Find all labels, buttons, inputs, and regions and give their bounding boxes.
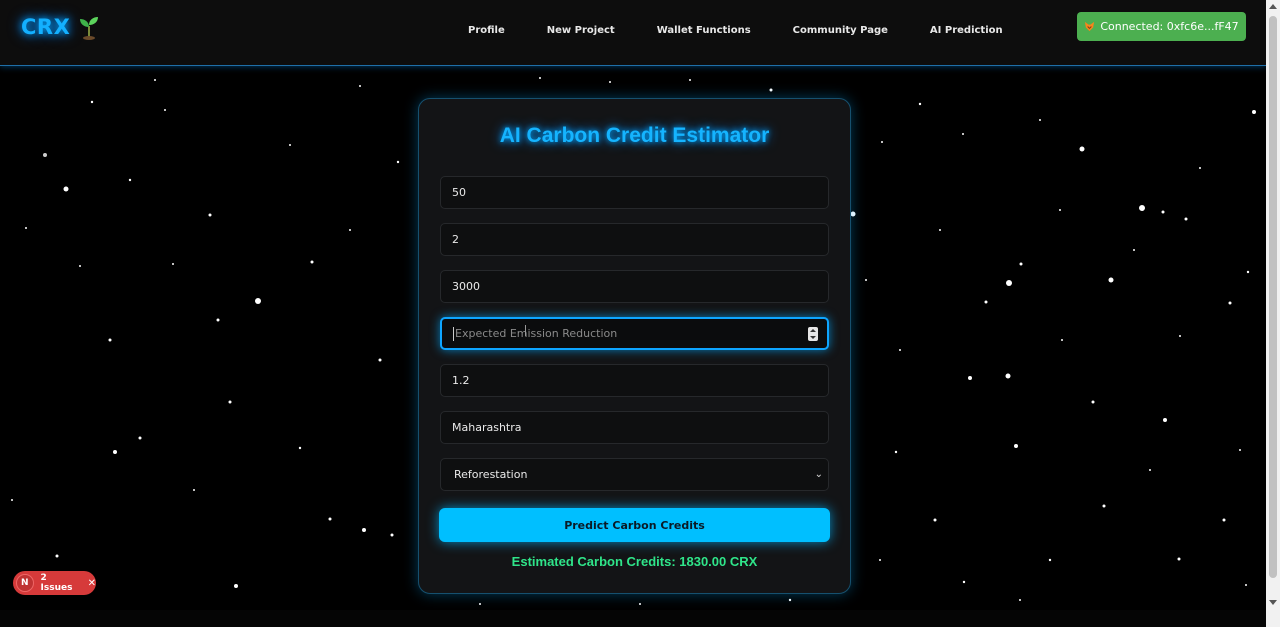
page-title: AI Carbon Credit Estimator [499, 124, 770, 147]
issues-badge[interactable]: N 2 Issues ✕ [13, 571, 96, 595]
nextjs-icon: N [16, 574, 34, 592]
text-cursor-icon [525, 325, 529, 336]
nav-link-ai-prediction[interactable]: AI Prediction [930, 25, 1003, 36]
result-text: Estimated Carbon Credits: 1830.00 CRX [511, 554, 758, 569]
emission-reduction-input[interactable]: Expected Emission Reduction [440, 317, 829, 350]
fox-icon [1085, 21, 1095, 32]
nav-link-community-page[interactable]: Community Page [793, 25, 888, 36]
vertical-scrollbar[interactable] [1266, 0, 1280, 627]
input-field-5-value: 1.2 [452, 374, 470, 387]
nav-link-profile[interactable]: Profile [468, 25, 505, 36]
project-type-selected: Reforestation [454, 468, 528, 481]
issues-label: 2 Issues [40, 573, 73, 593]
logo-text: CRX [21, 15, 71, 39]
location-input[interactable]: Maharashtra [440, 411, 829, 444]
top-navbar: CRX Profile New Project Wallet Functions… [0, 0, 1266, 66]
number-spinner[interactable] [808, 327, 818, 341]
input-field-1-value: 50 [452, 186, 466, 199]
nav-link-wallet-functions[interactable]: Wallet Functions [657, 25, 751, 36]
wallet-connected-button[interactable]: Connected: 0xfc6e...fF47 [1077, 12, 1246, 41]
input-field-3-value: 3000 [452, 280, 480, 293]
chevron-down-icon: ⌄ [814, 469, 823, 480]
input-field-1[interactable]: 50 [440, 176, 829, 209]
estimator-card: AI Carbon Credit Estimator 50 2 3000 Exp… [418, 98, 851, 594]
emission-reduction-placeholder: Expected Emission Reduction [455, 327, 618, 340]
scroll-up-icon[interactable] [1269, 4, 1277, 9]
sprout-icon [80, 17, 99, 40]
input-field-3[interactable]: 3000 [440, 270, 829, 303]
scroll-thumb[interactable] [1269, 16, 1277, 578]
wallet-status-text: Connected: 0xfc6e...fF47 [1100, 20, 1239, 33]
input-field-2-value: 2 [452, 233, 459, 246]
text-caret [453, 326, 454, 341]
location-value: Maharashtra [452, 421, 522, 434]
close-icon[interactable]: ✕ [88, 578, 96, 589]
predict-button[interactable]: Predict Carbon Credits [439, 508, 830, 542]
project-type-select[interactable]: Reforestation ⌄ [440, 458, 829, 491]
nav-links: Profile New Project Wallet Functions Com… [468, 25, 1045, 36]
input-field-5[interactable]: 1.2 [440, 364, 829, 397]
brand-logo[interactable]: CRX [21, 14, 100, 40]
scroll-down-icon[interactable] [1269, 600, 1277, 605]
input-field-2[interactable]: 2 [440, 223, 829, 256]
bottom-strip [0, 610, 1266, 627]
nav-link-new-project[interactable]: New Project [547, 25, 615, 36]
